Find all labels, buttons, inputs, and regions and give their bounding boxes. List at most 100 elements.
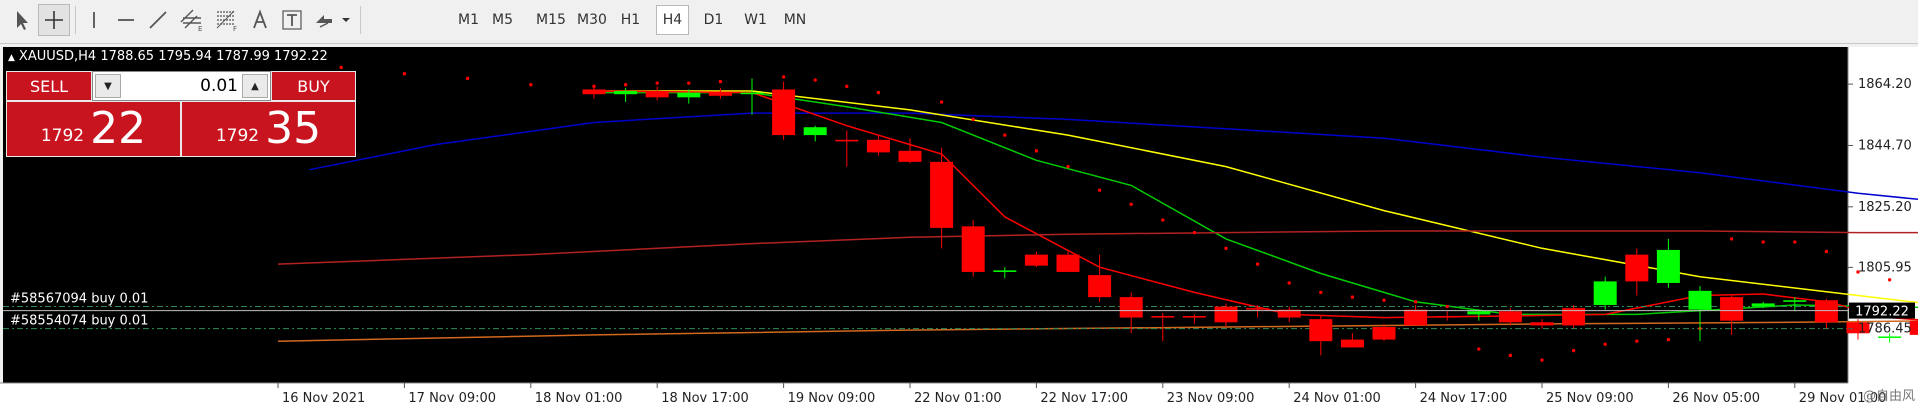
sar-dot-14	[971, 117, 975, 122]
order-line-label-0: #58567094 buy 0.01	[10, 292, 148, 307]
chart-window[interactable]: #58567094 buy 0.01 #58554074 buy 0.01 179…	[0, 45, 1918, 409]
candle-body-25	[1372, 327, 1396, 340]
current-price-label: 1792.22	[1855, 305, 1909, 320]
sell-price-small: 1792	[40, 126, 85, 146]
symbol-ohlc-text: XAUUSD,H4 1788.65 1795.94 1787.99 1792.2…	[18, 49, 328, 64]
one-click-trading-panel: SELL ▼ ▲ BUY 179222 179235	[6, 71, 356, 157]
sar-dot-29	[1445, 304, 1449, 309]
sar-dot-24	[1287, 281, 1291, 285]
candle-body-29	[1498, 311, 1522, 323]
candle-body-0	[582, 89, 606, 95]
timeframe-m1[interactable]: M1	[452, 5, 485, 35]
sar-dot-9	[781, 75, 786, 79]
horizontal-line-icon[interactable]	[110, 4, 142, 36]
sar-dot-41	[1824, 249, 1829, 254]
candle-body-14	[1024, 254, 1048, 266]
sar-dot-30	[1477, 347, 1481, 351]
sar-dot-33	[1571, 348, 1576, 353]
sar-dot-10	[813, 78, 817, 82]
candle-body-6	[772, 89, 796, 136]
crosshair-icon[interactable]	[38, 4, 70, 36]
y-tick-label-0: 1864.20	[1858, 77, 1912, 92]
sar-dot-13	[939, 100, 944, 104]
candle-body-4	[708, 92, 732, 96]
buy-price-button[interactable]: 1792 35	[181, 101, 356, 157]
candle-body-7	[803, 127, 827, 136]
candle-body-12	[961, 226, 985, 272]
sar-dot-35	[1635, 339, 1639, 343]
sar-dot-26	[1350, 295, 1355, 299]
sell-button[interactable]: SELL	[6, 71, 92, 101]
sar-dot-8	[718, 79, 723, 84]
sar-dot-19	[1129, 202, 1133, 207]
candle-body-8	[835, 139, 859, 142]
svg-text:F: F	[233, 25, 237, 32]
sar-dot-0	[339, 65, 343, 70]
candle-body-33	[1625, 254, 1649, 282]
vertical-line-icon[interactable]	[78, 4, 110, 36]
shapes-arrow-icon[interactable]	[310, 4, 354, 36]
timeframe-mn[interactable]: MN	[777, 5, 813, 35]
candle-body-10	[898, 150, 922, 162]
buy-price-small: 1792	[215, 126, 260, 146]
sell-price-button[interactable]: 1792 22	[6, 101, 181, 157]
timeframe-m5[interactable]: M5	[486, 5, 519, 35]
sar-dot-12	[876, 90, 881, 95]
candle-body-21	[1246, 308, 1270, 310]
sar-dot-34	[1603, 342, 1607, 347]
candle-body-38	[1783, 300, 1807, 302]
sar-dot-39	[1761, 240, 1765, 244]
buy-price-big: 35	[265, 103, 322, 154]
candle-body-35	[1688, 290, 1712, 310]
sar-dot-16	[1034, 149, 1039, 153]
sar-dot-3	[529, 83, 533, 87]
sar-dot-7	[687, 81, 691, 85]
lot-size-input[interactable]	[123, 75, 238, 97]
timeframe-m15[interactable]: M15	[531, 5, 571, 35]
x-tick-label-0: 16 Nov 2021	[282, 391, 365, 406]
toolbar-separator	[75, 6, 76, 34]
timeframe-m30[interactable]: M30	[572, 5, 612, 35]
x-tick-label-2: 18 Nov 01:00	[535, 391, 623, 406]
sar-dot-11	[845, 84, 849, 89]
lot-decrease-button[interactable]: ▼	[95, 74, 121, 98]
lot-increase-button[interactable]: ▲	[242, 74, 268, 98]
y-tick-label-4: 1786.45	[1858, 322, 1912, 337]
sar-dot-25	[1319, 290, 1323, 295]
collapse-triangle-icon[interactable]: ▲	[8, 53, 15, 63]
candle-body-18	[1151, 315, 1175, 318]
buy-button[interactable]: BUY	[271, 71, 356, 101]
x-tick-label-7: 23 Nov 09:00	[1167, 391, 1255, 406]
sar-dot-28	[1413, 300, 1418, 304]
trend-line-icon[interactable]	[142, 4, 174, 36]
timeframe-d1[interactable]: D1	[697, 5, 730, 35]
equidistant-channel-icon[interactable]: E	[176, 4, 208, 36]
candle-body-23	[1309, 319, 1333, 342]
timeframe-h4[interactable]: H4	[656, 5, 689, 35]
candle-body-28	[1467, 311, 1491, 315]
sar-dot-6	[655, 81, 659, 85]
timeframe-w1[interactable]: W1	[739, 5, 772, 35]
x-tick-label-6: 22 Nov 17:00	[1040, 391, 1128, 406]
x-tick-label-11: 26 Nov 05:00	[1672, 391, 1760, 406]
fibonacci-icon[interactable]: F	[211, 4, 243, 36]
candle-body-37	[1751, 303, 1775, 307]
candle-body-20	[1214, 306, 1238, 323]
cursor-arrow-icon[interactable]	[6, 4, 38, 36]
candle-body-3	[677, 92, 701, 98]
candle-body-34	[1656, 249, 1680, 283]
toolbar-separator	[360, 6, 361, 34]
candle-body-19	[1182, 315, 1206, 318]
candle-body-24	[1340, 339, 1364, 348]
text-icon[interactable]	[244, 4, 276, 36]
sar-dot-38	[1729, 237, 1734, 241]
candle-body-32	[1593, 281, 1617, 305]
symbol-info: ▲ XAUUSD,H4 1788.65 1795.94 1787.99 1792.…	[8, 49, 328, 64]
sar-dot-17	[1066, 164, 1070, 169]
sar-dot-23	[1255, 262, 1260, 266]
text-label-icon[interactable]	[276, 4, 308, 36]
timeframe-h1[interactable]: H1	[614, 5, 647, 35]
sar-dot-5	[623, 83, 628, 87]
candle-body-26	[1404, 309, 1428, 326]
candle-body-30	[1530, 322, 1554, 326]
